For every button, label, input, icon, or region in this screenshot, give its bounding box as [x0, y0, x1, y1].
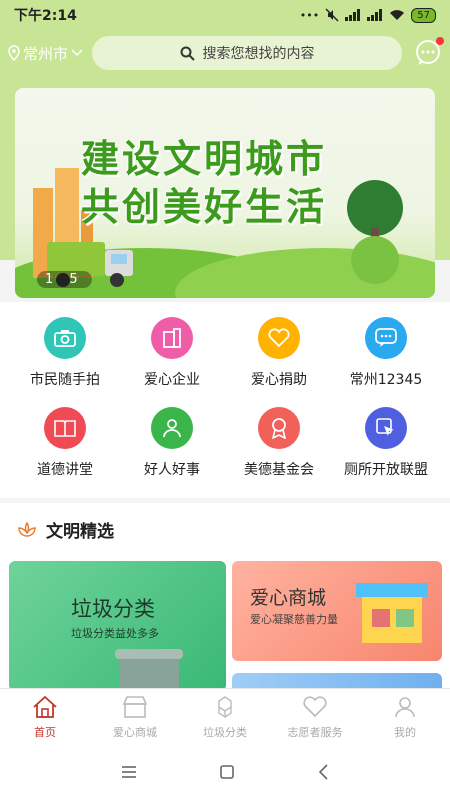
card-title: 爱心商城 [250, 587, 327, 609]
status-icons: ••• 57 [299, 7, 436, 23]
search-bar[interactable]: 搜索您想找的内容 [92, 36, 402, 70]
heart-icon [258, 317, 300, 359]
tab-charity-mall[interactable]: 爱心商城 [90, 689, 180, 744]
status-time: 下午2:14 [14, 8, 77, 24]
globe-tree-illustration [347, 180, 403, 284]
signal-icon-2 [367, 9, 383, 21]
quick-item-citizen-photo[interactable]: 市民随手拍 [9, 317, 121, 389]
quick-item-charity-enterprise[interactable]: 爱心企业 [116, 317, 228, 389]
banner-subtitle: 共创美好生活 [81, 185, 328, 229]
location-pin-icon [8, 45, 20, 61]
tab-label: 垃圾分类 [203, 726, 247, 739]
tab-garbage-sorting[interactable]: 垃圾分类 [180, 689, 270, 744]
header: 常州市 搜索您想找的内容 [0, 34, 450, 72]
battery-indicator: 57 [411, 7, 436, 23]
home-icon [33, 695, 57, 718]
message-button[interactable] [414, 37, 444, 67]
heart-outline-icon [303, 696, 327, 718]
lotus-icon [18, 521, 36, 537]
quick-item-good-deeds[interactable]: 好人好事 [116, 407, 228, 479]
promo-banner[interactable]: 建设文明城市 共创美好生活 1 5 [15, 88, 435, 298]
quick-item-toilet-alliance[interactable]: 厕所开放联盟 [330, 407, 442, 479]
card-subtitle: 爱心凝聚慈善力量 [250, 613, 338, 626]
chat-icon [365, 317, 407, 359]
building-icon [151, 317, 193, 359]
quick-item-donation[interactable]: 爱心捐助 [223, 317, 335, 389]
section-header: 文明精选 [18, 517, 114, 542]
signal-icon [345, 9, 361, 21]
banner-title: 建设文明城市 [81, 137, 328, 181]
trash-bin-illustration [115, 649, 183, 691]
bottom-tab-bar: 首页 爱心商城 垃圾分类 志愿者服务 我的 [0, 688, 450, 744]
quick-item-label: 爱心捐助 [251, 372, 307, 388]
camera-icon [44, 317, 86, 359]
search-placeholder: 搜索您想找的内容 [202, 46, 315, 62]
mute-icon [325, 8, 339, 22]
tab-mine[interactable]: 我的 [360, 689, 450, 744]
sort-icon [218, 696, 232, 719]
tab-label: 爱心商城 [113, 726, 157, 739]
card-title: 垃圾分类 [71, 597, 155, 621]
search-icon [180, 46, 195, 61]
more-icon: ••• [299, 8, 320, 22]
card-charity-mall[interactable]: 爱心商城 爱心凝聚慈善力量 [232, 561, 442, 661]
book-icon [44, 407, 86, 449]
featured-section: 文明精选 垃圾分类 垃圾分类益处多多 爱心商城 爱心凝聚慈善力量 [0, 503, 450, 703]
city-selector[interactable]: 常州市 [8, 43, 92, 64]
quick-item-label: 厕所开放联盟 [344, 462, 428, 478]
tab-label: 首页 [34, 726, 56, 739]
section-title: 文明精选 [46, 522, 114, 542]
status-bar: 下午2:14 ••• 57 [0, 0, 450, 30]
back-icon[interactable] [317, 764, 329, 780]
menu-icon[interactable] [121, 765, 137, 779]
tab-label: 志愿者服务 [287, 726, 343, 739]
quick-item-label: 好人好事 [144, 462, 200, 478]
tab-label: 我的 [394, 726, 416, 739]
notification-dot [436, 37, 444, 45]
profile-icon [395, 697, 415, 718]
banner-pager: 1 5 [37, 271, 92, 288]
quick-item-label: 美德基金会 [244, 462, 314, 478]
chevron-down-icon [71, 49, 83, 57]
home-square-icon[interactable] [219, 764, 235, 780]
person-icon [151, 407, 193, 449]
quick-item-label: 市民随手拍 [30, 372, 100, 388]
shop-icon [122, 696, 148, 718]
card-garbage-sorting[interactable]: 垃圾分类 垃圾分类益处多多 [9, 561, 226, 691]
shop-illustration [356, 583, 428, 643]
quick-menu: 市民随手拍 爱心企业 爱心捐助 常州12345 道德讲堂 好人好事 美德基金会 … [0, 302, 450, 498]
tab-volunteer[interactable]: 志愿者服务 [270, 689, 360, 744]
card-subtitle: 垃圾分类益处多多 [71, 627, 159, 640]
quick-item-label: 常州12345 [349, 372, 423, 388]
cursor-icon [365, 407, 407, 449]
quick-item-label: 道德讲堂 [37, 462, 93, 478]
quick-item-label: 爱心企业 [144, 372, 200, 388]
medal-icon [258, 407, 300, 449]
quick-item-virtue-foundation[interactable]: 美德基金会 [223, 407, 335, 479]
quick-item-hotline[interactable]: 常州12345 [330, 317, 442, 389]
city-name: 常州市 [23, 44, 69, 63]
system-nav-bar [0, 744, 450, 800]
quick-item-moral-lecture[interactable]: 道德讲堂 [9, 407, 121, 479]
wifi-icon [390, 10, 405, 20]
tab-home[interactable]: 首页 [0, 689, 90, 744]
